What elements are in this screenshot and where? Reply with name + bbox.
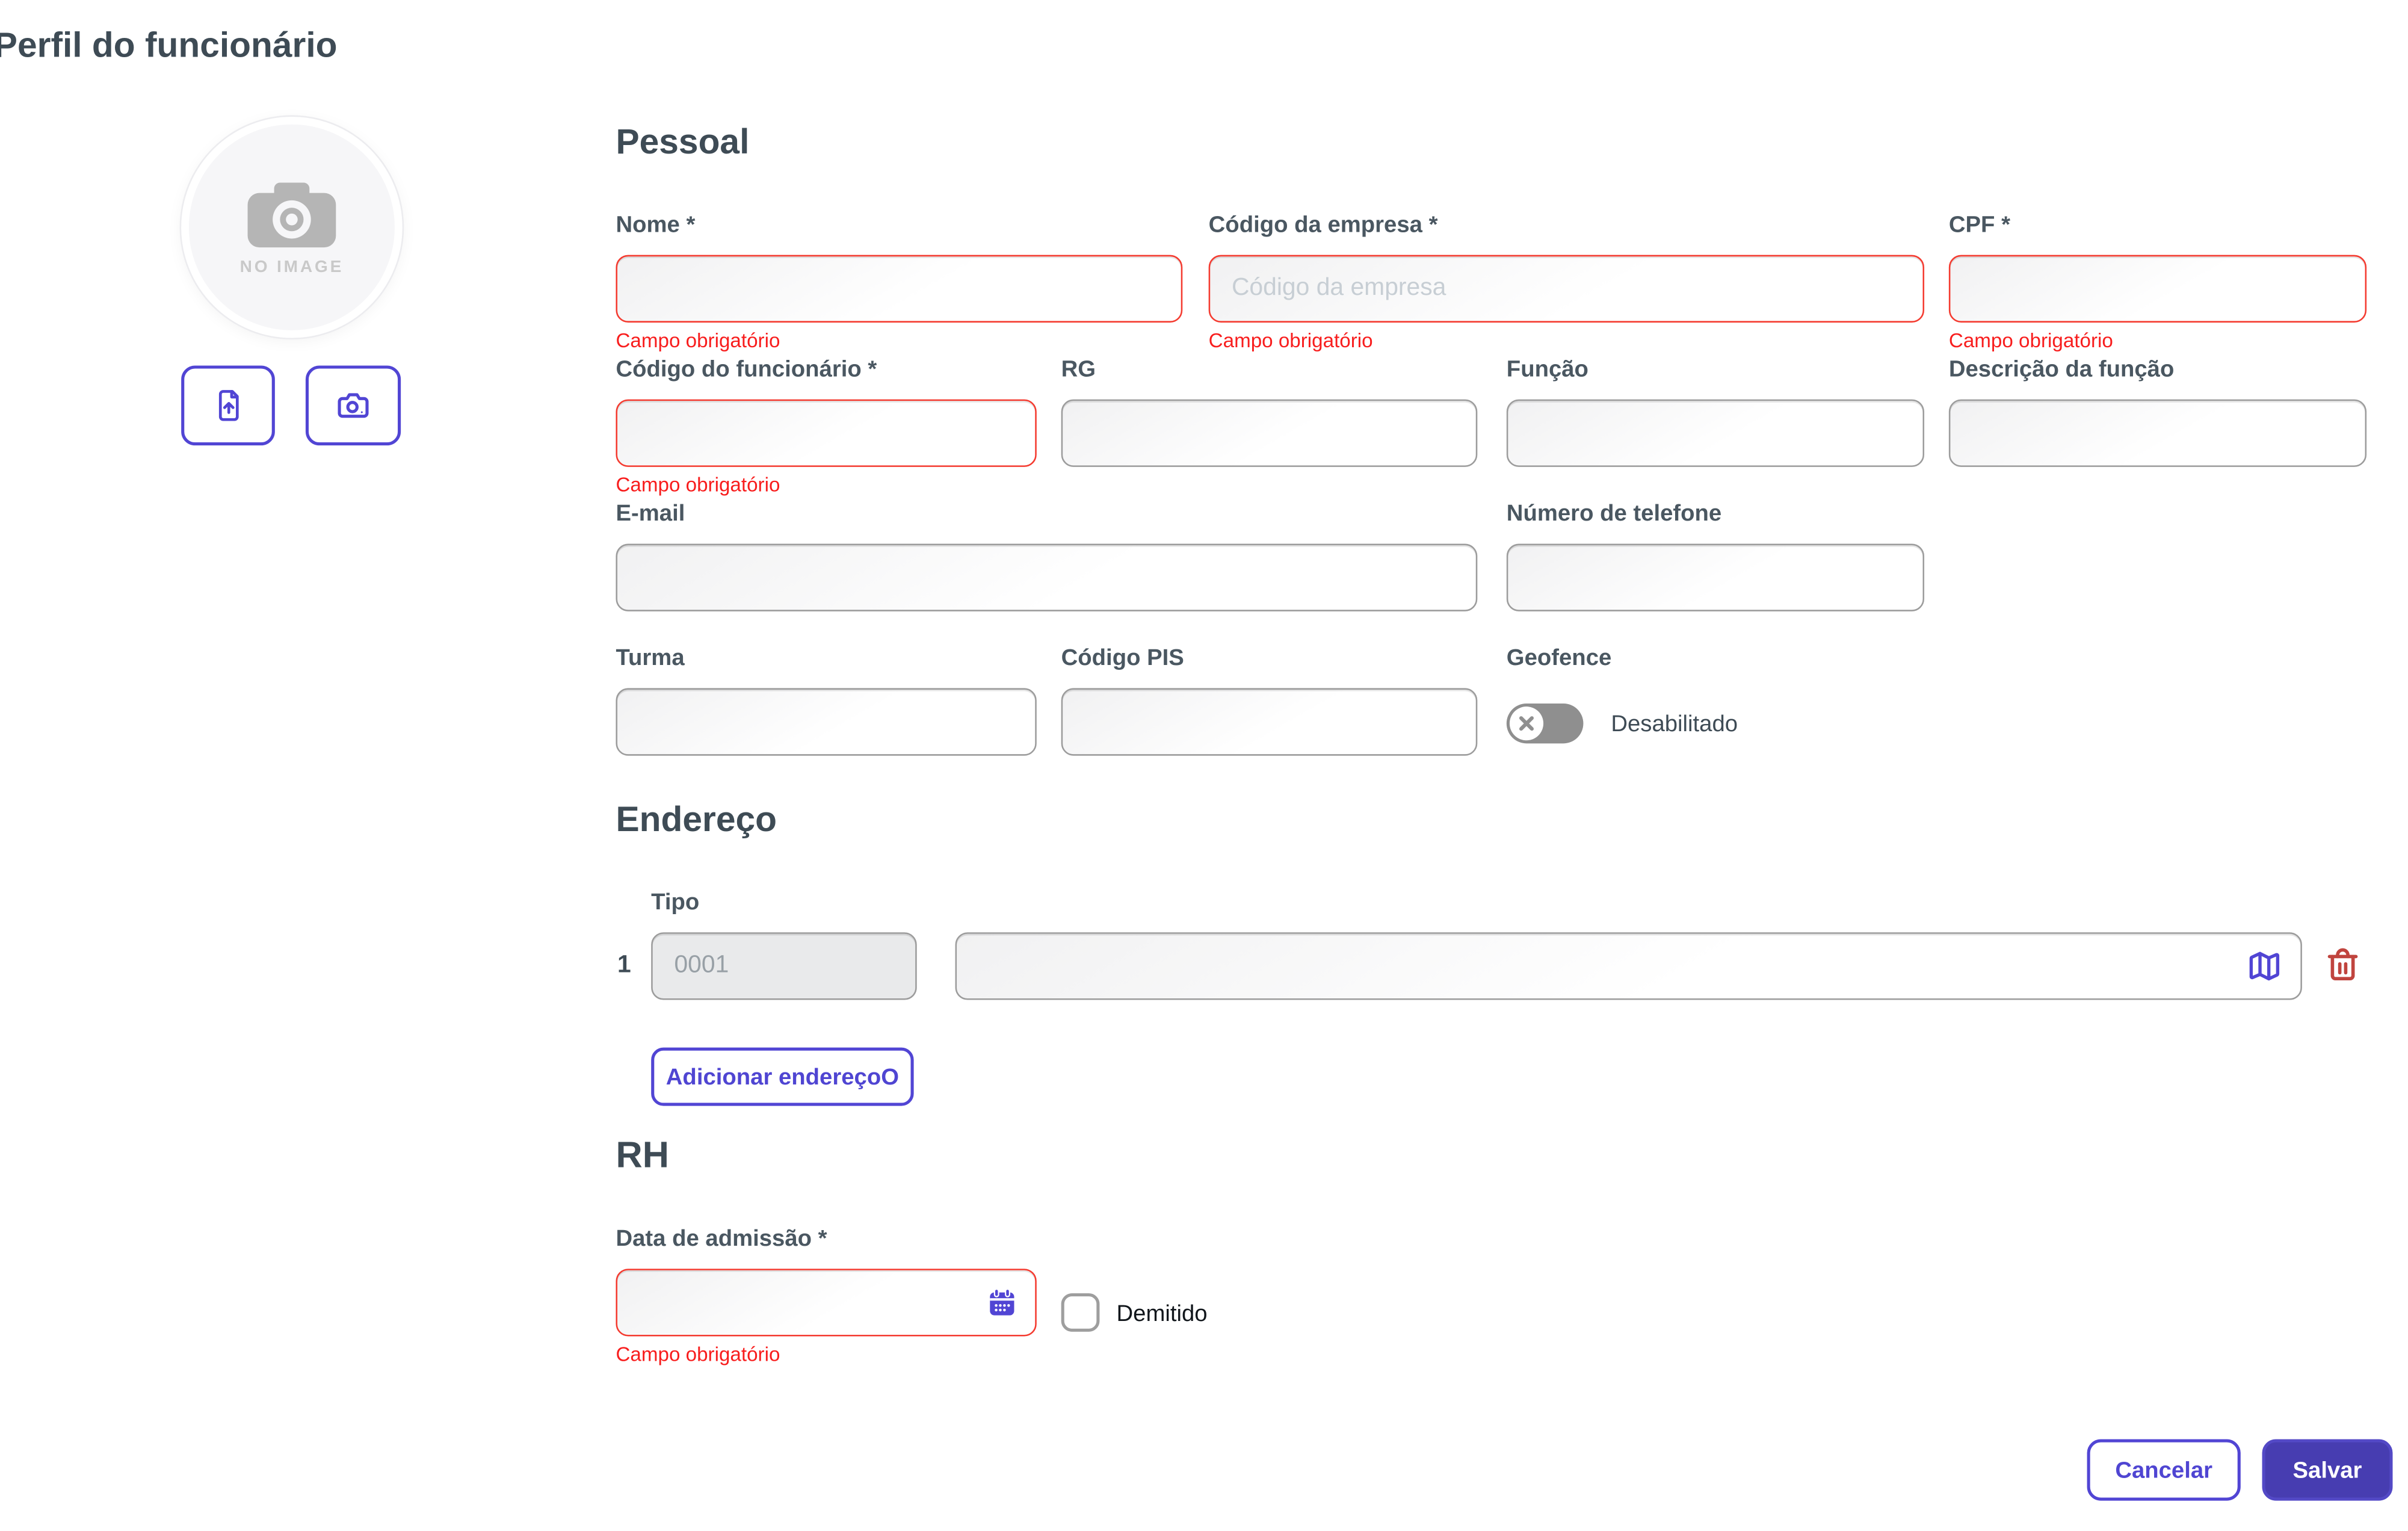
save-button[interactable]: Salvar xyxy=(2262,1439,2393,1501)
page-title: Perfil do funcionário xyxy=(0,24,338,65)
nome-label: Nome * xyxy=(616,212,696,238)
rg-label: RG xyxy=(1061,356,1096,383)
calendar-icon[interactable] xyxy=(986,1287,1019,1319)
address-field xyxy=(955,932,2302,1000)
address-row-index: 1 xyxy=(617,952,631,979)
employee-profile-page: Perfil do funcionário NO IMAGE Pessoal N… xyxy=(0,0,2408,1531)
descricao-funcao-label: Descrição da função xyxy=(1948,356,2175,383)
codigo-funcionario-input[interactable] xyxy=(616,399,1037,467)
codigo-funcionario-required-error: Campo obrigatório xyxy=(616,473,780,496)
no-image-label: NO IMAGE xyxy=(239,257,344,276)
data-admissao-label: Data de admissão * xyxy=(616,1225,827,1252)
descricao-funcao-input[interactable] xyxy=(1948,399,2367,467)
rg-input[interactable] xyxy=(1061,399,1478,467)
codigo-empresa-input[interactable] xyxy=(1208,255,1925,323)
add-address-button[interactable]: Adicionar endereçoO xyxy=(651,1047,914,1106)
cancel-button[interactable]: Cancelar xyxy=(2087,1439,2241,1501)
email-label: E-mail xyxy=(616,501,685,527)
upload-photo-button[interactable] xyxy=(181,365,275,446)
codigo-pis-input[interactable] xyxy=(1061,688,1478,756)
telefone-label: Número de telefone xyxy=(1506,501,1722,527)
camera-placeholder-icon xyxy=(244,179,339,249)
demitido-label: Demitido xyxy=(1116,1301,1208,1328)
section-endereco-title: Endereço xyxy=(616,799,777,839)
cpf-label: CPF * xyxy=(1948,212,2011,238)
turma-label: Turma xyxy=(616,645,685,672)
geofence-state-label: Desabilitado xyxy=(1611,711,1738,738)
delete-address-button[interactable] xyxy=(2325,948,2360,983)
codigo-empresa-label: Código da empresa * xyxy=(1208,212,1438,238)
tipo-input xyxy=(651,932,917,1000)
nome-required-error: Campo obrigatório xyxy=(616,329,780,352)
demitido-checkbox[interactable] xyxy=(1061,1293,1100,1332)
funcao-input[interactable] xyxy=(1506,399,1925,467)
admission-date-input[interactable] xyxy=(616,1269,1037,1337)
telefone-input[interactable] xyxy=(1506,543,1925,611)
file-upload-icon xyxy=(211,389,245,422)
cpf-input[interactable] xyxy=(1948,255,2367,323)
codigo-pis-label: Código PIS xyxy=(1061,645,1184,672)
funcao-label: Função xyxy=(1506,356,1588,383)
take-photo-button[interactable] xyxy=(305,365,401,446)
geofence-label: Geofence xyxy=(1506,645,1612,672)
data-admissao-required-error: Campo obrigatório xyxy=(616,1342,780,1366)
avatar: NO IMAGE xyxy=(181,116,403,338)
section-pessoal-title: Pessoal xyxy=(616,121,750,161)
address-input[interactable] xyxy=(955,932,2302,1000)
geofence-toggle[interactable] xyxy=(1506,703,1584,744)
turma-input[interactable] xyxy=(616,688,1037,756)
cpf-required-error: Campo obrigatório xyxy=(1948,329,2113,352)
map-icon[interactable] xyxy=(2247,948,2282,984)
trash-icon xyxy=(2325,948,2360,983)
tipo-label: Tipo xyxy=(651,889,700,916)
codigo-funcionario-label: Código do funcionário * xyxy=(616,356,877,383)
section-rh-title: RH xyxy=(616,1135,669,1177)
nome-input[interactable] xyxy=(616,255,1183,323)
camera-icon xyxy=(335,387,371,424)
email-input[interactable] xyxy=(616,543,1478,611)
toggle-knob-x-icon xyxy=(1509,707,1544,741)
codigo-empresa-required-error: Campo obrigatório xyxy=(1208,329,1373,352)
data-admissao-field xyxy=(616,1269,1037,1337)
